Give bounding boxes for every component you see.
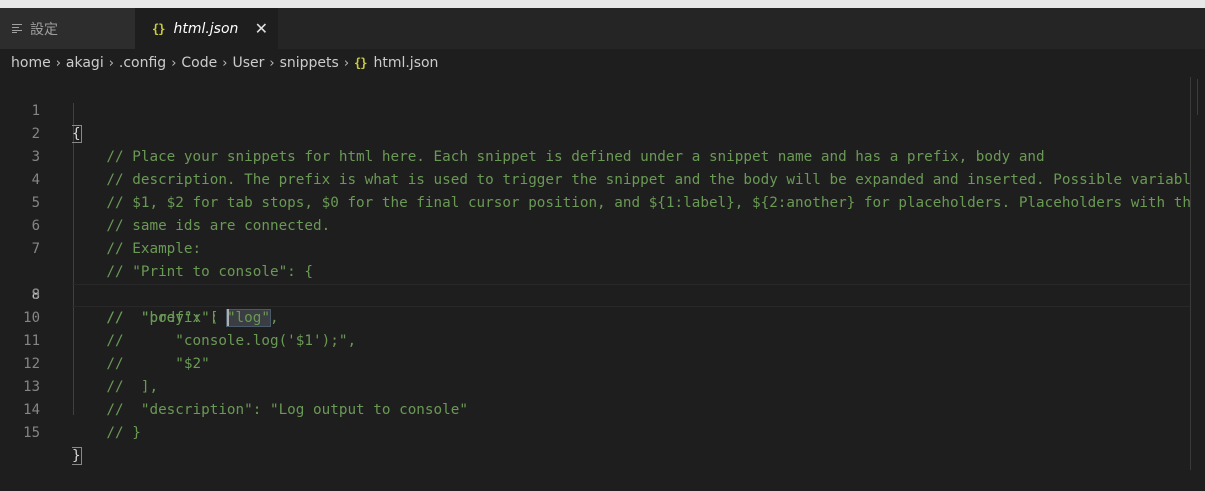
- chevron-right-icon: ›: [55, 55, 61, 71]
- window-top-strip: [0, 0, 1205, 8]
- breadcrumb-user[interactable]: User: [232, 55, 264, 71]
- code-line: 10 // "console.log('$1');",: [0, 284, 1190, 349]
- tab-bar: 設定 {} html.json ✕: [0, 8, 1205, 49]
- code-line: 14 // }: [0, 376, 1190, 441]
- breadcrumb-config[interactable]: .config: [119, 55, 166, 71]
- json-braces-icon: {}: [152, 21, 165, 36]
- code-line: 15 }: [0, 399, 1190, 465]
- matched-bracket: }: [72, 447, 82, 465]
- code-line: 2 // Place your snippets for html here. …: [0, 100, 1190, 165]
- menu-icon: [12, 24, 22, 33]
- scrollbar-track[interactable]: [1190, 77, 1191, 470]
- code-line: 9 // "body": [: [0, 261, 1190, 326]
- code-line: 11 // "$2": [0, 307, 1190, 372]
- line-number: 15: [23, 425, 40, 441]
- line-text: }: [72, 445, 1190, 468]
- chevron-right-icon: ›: [108, 55, 114, 71]
- tab-settings[interactable]: 設定: [0, 8, 135, 49]
- tab-html-json[interactable]: {} html.json ✕: [135, 8, 278, 49]
- chevron-right-icon: ›: [269, 55, 275, 71]
- breadcrumb-home[interactable]: home: [11, 55, 51, 71]
- code-line: 6 // Example:: [0, 192, 1190, 257]
- breadcrumb-code[interactable]: Code: [181, 55, 217, 71]
- code-line: 12 // ],: [0, 330, 1190, 395]
- chevron-right-icon: ›: [343, 55, 350, 71]
- chevron-right-icon: ›: [171, 55, 177, 71]
- close-icon[interactable]: ✕: [255, 20, 268, 37]
- code-line: 7 // "Print to console": {: [0, 215, 1190, 280]
- code-line: 5 // same ids are connected.: [0, 169, 1190, 234]
- breadcrumb-snippets[interactable]: snippets: [280, 55, 339, 71]
- code-line: 1 {: [0, 77, 1190, 143]
- code-line: 13 // "description": "Log output to cons…: [0, 353, 1190, 418]
- code-line: 3 // description. The prefix is what is …: [0, 123, 1190, 188]
- overview-ruler: [1197, 79, 1205, 115]
- code-line: 4 // $1, $2 for tab stops, $0 for the fi…: [0, 146, 1190, 211]
- breadcrumb: home › akagi › .config › Code › User › s…: [0, 49, 1205, 77]
- breadcrumb-akagi[interactable]: akagi: [66, 55, 104, 71]
- chevron-right-icon: ›: [222, 55, 228, 71]
- code-line-active: 8 // "prefix": "log",: [0, 238, 1190, 327]
- line-text: // }: [72, 425, 141, 441]
- tab-label: 設定: [30, 21, 58, 38]
- breadcrumb-file[interactable]: html.json: [373, 55, 438, 71]
- tab-label: html.json: [173, 20, 239, 37]
- json-braces-icon: {}: [354, 56, 367, 70]
- code-editor[interactable]: 1 { 2 // Place your snippets for html he…: [0, 77, 1205, 470]
